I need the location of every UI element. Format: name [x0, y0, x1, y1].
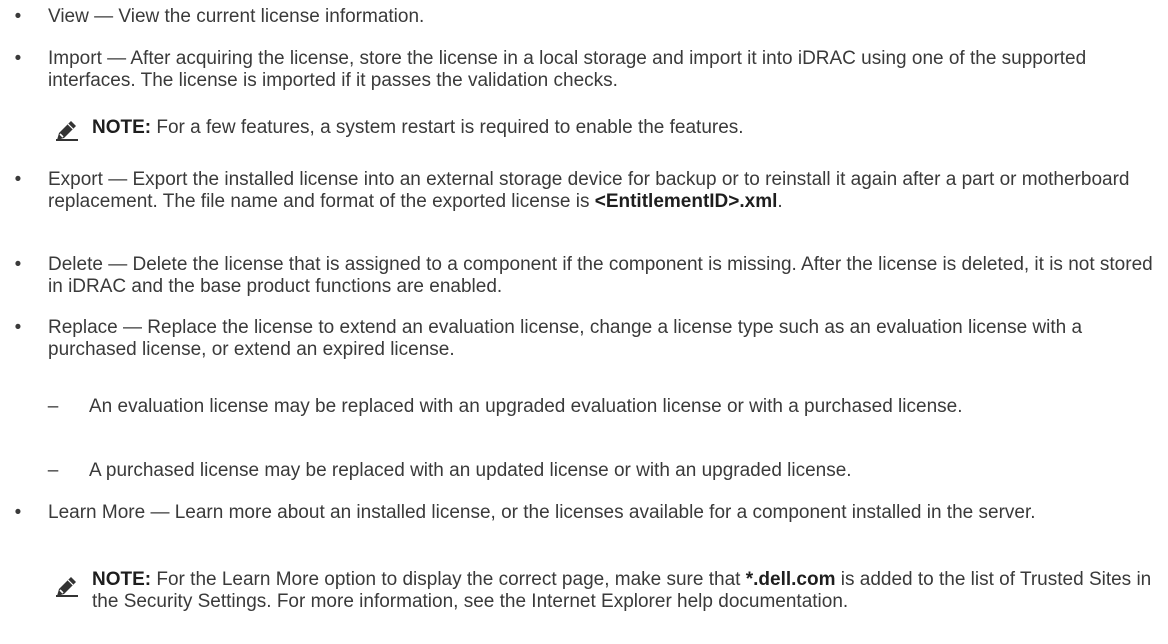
sub-item-evaluation: – An evaluation license may be replaced …: [48, 396, 1149, 418]
item-label: Import: [48, 48, 102, 69]
list-item-view: View — View the current license informat…: [48, 6, 1158, 28]
item-text: After acquiring the license, store the l…: [48, 48, 1087, 91]
item-dash: —: [145, 502, 175, 523]
item-label: Learn More: [48, 502, 146, 523]
sub-dash: –: [47, 460, 59, 481]
list-item-delete: Delete — Delete the license that is assi…: [48, 254, 1158, 298]
bullet-icon: [10, 254, 26, 276]
note-text-before: For the Learn More option to display the…: [151, 569, 746, 590]
sub-item-text: A purchased license may be replaced with…: [89, 460, 852, 481]
note-restart: NOTE: For a few features, a system resta…: [54, 117, 1154, 145]
pencil-note-icon: [56, 577, 78, 597]
item-dash: —: [102, 169, 133, 190]
bullet-icon: [10, 6, 26, 28]
item-dash: —: [88, 6, 119, 27]
domain-wildcard: *.dell.com: [745, 569, 836, 590]
item-tail: .: [777, 191, 783, 212]
item-text: View the current license information.: [118, 6, 425, 27]
item-label: Replace: [48, 317, 118, 338]
bullet-icon: [10, 317, 26, 339]
item-label: Export: [48, 169, 103, 190]
note-label: NOTE:: [92, 117, 152, 138]
item-text: Delete the license that is assigned to a…: [48, 254, 1153, 297]
list-item-replace: Replace — Replace the license to extend …: [48, 317, 1158, 361]
note-body: NOTE: For the Learn More option to displ…: [92, 569, 1152, 613]
note-label: NOTE:: [92, 569, 152, 590]
item-text: Replace the license to extend an evaluat…: [48, 317, 1083, 360]
pencil-note-icon: [56, 121, 78, 141]
bullet-icon: [10, 48, 26, 70]
filename-format: <EntitlementID>.xml: [594, 191, 778, 212]
sub-item-text: An evaluation license may be replaced wi…: [89, 396, 963, 417]
bullet-icon: [10, 169, 26, 191]
item-dash: —: [102, 254, 133, 275]
note-text: For a few features, a system restart is …: [151, 117, 744, 138]
list-item-learn-more: Learn More — Learn more about an install…: [48, 502, 1158, 524]
note-body: NOTE: For a few features, a system resta…: [92, 117, 744, 139]
item-label: View: [48, 6, 89, 27]
list-item-export: Export — Export the installed license in…: [48, 169, 1158, 213]
note-trusted-sites: NOTE: For the Learn More option to displ…: [54, 569, 1154, 641]
item-text: Learn more about an installed license, o…: [174, 502, 1036, 523]
item-dash: —: [117, 317, 148, 338]
item-label: Delete: [48, 254, 103, 275]
bullet-icon: [10, 502, 26, 524]
item-dash: —: [101, 48, 131, 69]
sub-dash: –: [47, 396, 59, 417]
list-item-import: Import — After acquiring the license, st…: [48, 48, 1163, 92]
item-text: Export the installed license into an ext…: [48, 169, 1130, 212]
sub-item-purchased: – A purchased license may be replaced wi…: [48, 460, 1149, 482]
document-page: View — View the current license informat…: [0, 0, 1168, 644]
